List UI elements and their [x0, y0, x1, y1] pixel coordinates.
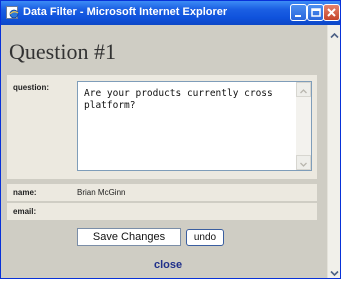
textarea-scrollbar[interactable] [296, 82, 311, 170]
window-scroll-up-icon[interactable] [328, 27, 341, 39]
scroll-up-arrow-icon[interactable] [296, 82, 311, 97]
page-title: Question #1 [9, 39, 116, 64]
question-text[interactable]: Are your products currently cross platfo… [84, 88, 284, 112]
browser-window: Data Filter - Microsoft Internet Explore… [0, 0, 341, 279]
page-content: Question #1 question: Are your products … [1, 25, 327, 278]
window-title: Data Filter - Microsoft Internet Explore… [23, 6, 228, 18]
name-row: name: Brian McGinn [7, 184, 317, 201]
undo-button[interactable]: undo [186, 229, 224, 246]
window-scroll-down-icon[interactable] [328, 264, 341, 277]
close-link[interactable]: close [154, 259, 182, 271]
question-label: question: [13, 83, 49, 92]
close-window-button[interactable] [323, 4, 340, 21]
name-value: Brian McGinn [77, 188, 126, 197]
email-row: email: [7, 203, 317, 220]
email-label: email: [13, 207, 37, 216]
window-scrollbar[interactable] [327, 25, 340, 278]
maximize-button[interactable] [307, 4, 324, 21]
question-row: question: Are your products currently cr… [7, 75, 317, 179]
minimize-button[interactable] [290, 4, 307, 21]
scroll-down-arrow-icon[interactable] [296, 155, 311, 170]
name-label: name: [13, 188, 37, 197]
ie-page-icon [5, 5, 20, 20]
title-bar[interactable]: Data Filter - Microsoft Internet Explore… [1, 1, 340, 25]
save-changes-button[interactable]: Save Changes [77, 228, 181, 246]
question-textarea[interactable]: Are your products currently cross platfo… [77, 81, 312, 171]
